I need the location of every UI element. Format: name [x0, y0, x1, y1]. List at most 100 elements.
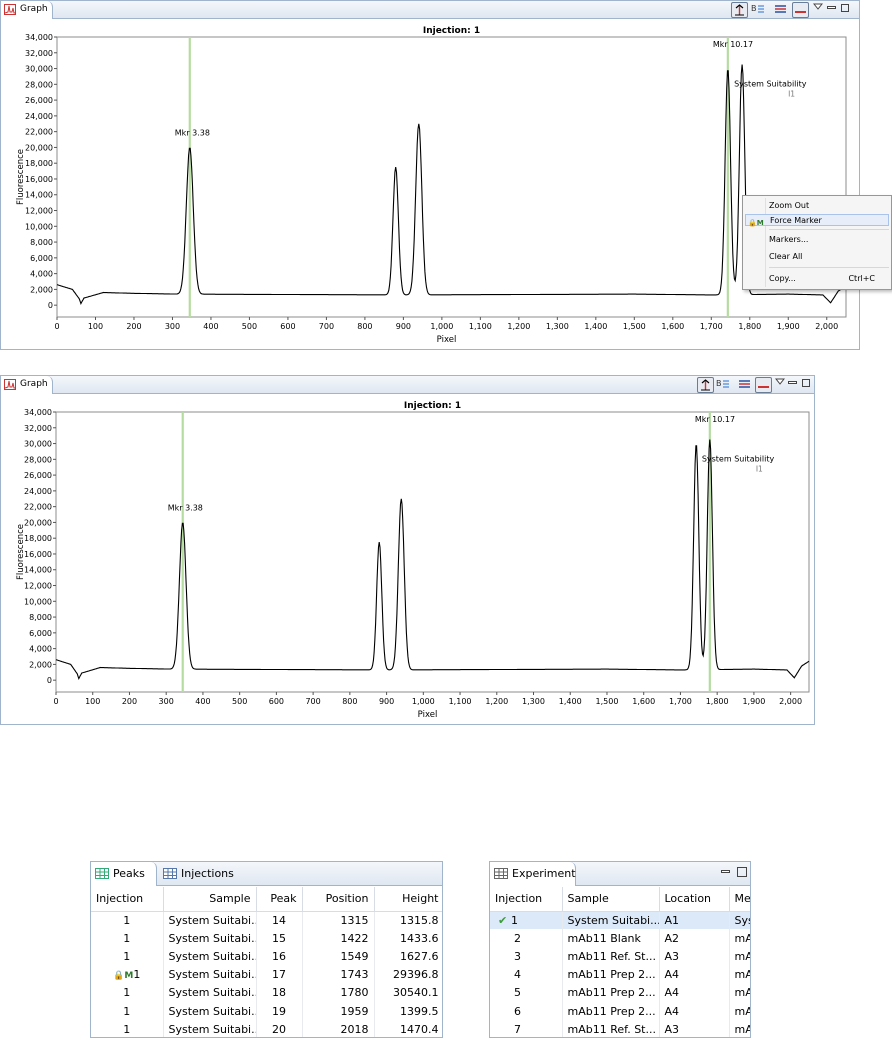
- cell-peak: 17: [256, 965, 303, 984]
- y-tick-label: 4,000: [29, 645, 52, 654]
- experiment-header-row: Injection Sample Location Me: [490, 887, 750, 912]
- cell-position: 1549: [302, 947, 375, 966]
- cell-peak: 15: [256, 929, 303, 948]
- x-tick-label: 1,200: [507, 322, 530, 331]
- x-tick-label: 200: [126, 322, 141, 331]
- cell-position: 2018: [302, 1020, 375, 1037]
- x-tick-label: 1,200: [485, 697, 508, 706]
- y-tick-label: 32,000: [24, 424, 52, 433]
- marker-badge: M: [124, 971, 134, 982]
- menu-item-clear-all[interactable]: Clear All: [745, 251, 889, 263]
- menu-item-markers[interactable]: Markers...: [745, 234, 889, 246]
- tab-experiment[interactable]: Experiment: [490, 862, 576, 886]
- column-header-injection[interactable]: Injection: [91, 887, 164, 912]
- table-grid-icon: [95, 868, 109, 879]
- column-header-sample[interactable]: Sample: [163, 887, 257, 912]
- x-tick-label: 900: [396, 322, 411, 331]
- menu-item-copy[interactable]: Copy... Ctrl+C: [745, 273, 889, 285]
- y-tick-label: 18,000: [24, 534, 52, 543]
- chart-title: Injection: 1: [404, 401, 461, 411]
- x-tick-label: 1,800: [706, 697, 729, 706]
- x-axis-label: Pixel: [437, 335, 457, 345]
- y-tick-label: 22,000: [24, 503, 52, 512]
- cell-injection: 7: [490, 1020, 563, 1037]
- x-tick-label: 2,000: [779, 697, 802, 706]
- y-tick-label: 0: [47, 676, 52, 685]
- y-tick-label: 24,000: [25, 112, 53, 121]
- x-tick-label: 1,600: [661, 322, 684, 331]
- x-tick-label: 500: [242, 322, 257, 331]
- table-row[interactable]: 2 mAb11 Blank A2 mA: [490, 929, 750, 948]
- table-row[interactable]: 4 mAb11 Prep 2... A4 mA: [490, 965, 750, 984]
- x-tick-label: 400: [203, 322, 218, 331]
- cell-position: 1422: [302, 929, 375, 948]
- x-tick-label: 100: [88, 322, 103, 331]
- cell-injection: 1: [91, 983, 164, 1002]
- y-tick-label: 4,000: [30, 270, 53, 279]
- menu-separator: [769, 267, 889, 268]
- cell-height: 1433.6: [374, 929, 442, 948]
- column-header-sample[interactable]: Sample: [562, 887, 660, 912]
- table-row[interactable]: 🔒M1 System Suitabi... 17 1743 29396.8: [91, 965, 442, 984]
- table-row[interactable]: ✔ 1System Suitabi...A1Sys: [490, 911, 750, 930]
- menu-separator: [769, 229, 889, 230]
- cell-sample: System Suitabi...: [562, 911, 660, 930]
- x-tick-label: 200: [122, 697, 137, 706]
- maximize-icon[interactable]: [737, 867, 747, 877]
- x-tick-label: 800: [342, 697, 357, 706]
- minimize-icon[interactable]: [721, 867, 730, 876]
- cell-sample: mAb11 Ref. St...: [562, 1020, 660, 1037]
- table-row[interactable]: 7 mAb11 Ref. St... A3 mA: [490, 1020, 750, 1037]
- y-tick-label: 26,000: [25, 96, 53, 105]
- peaks-view: Peaks Injections Injection Sample Peak P…: [90, 861, 443, 1038]
- table-row[interactable]: 1 System Suitabi... 16 1549 1627.6: [91, 947, 442, 966]
- cell-injection: 1: [91, 1020, 164, 1037]
- y-tick-label: 28,000: [24, 455, 52, 464]
- x-tick-label: 1,400: [559, 697, 582, 706]
- x-tick-label: 300: [165, 322, 180, 331]
- table-row[interactable]: 1 System Suitabi... 15 1422 1433.6: [91, 929, 442, 948]
- table-row[interactable]: 6 mAb11 Prep 2... A4 mA: [490, 1001, 750, 1021]
- chart-canvas[interactable]: Injection: 1 34,000 32,000 30,000 28,000 26,0…: [1, 1, 861, 351]
- cell-peak: 20: [256, 1020, 303, 1037]
- y-tick-label: 14,000: [25, 191, 53, 200]
- column-header-position[interactable]: Position: [302, 887, 375, 912]
- y-tick-label: 32,000: [25, 49, 53, 58]
- column-header-location[interactable]: Location: [659, 887, 730, 912]
- menu-item-zoom-out[interactable]: Zoom Out: [745, 200, 889, 212]
- table-row[interactable]: 1 System Suitabi... 18 1780 30540.1: [91, 983, 442, 1002]
- marker-label: Mkr 3.38: [175, 128, 210, 137]
- menu-item-force-marker[interactable]: 🔒M Force Marker: [745, 214, 889, 227]
- column-header-method[interactable]: Me: [729, 887, 750, 912]
- chart-canvas[interactable]: Injection: 1 34,000 32,000 30,000 28,000 26,0…: [1, 376, 816, 726]
- cell-injection: 1: [91, 1001, 164, 1021]
- column-header-height[interactable]: Height: [374, 887, 442, 912]
- column-header-injection[interactable]: Injection: [490, 887, 563, 912]
- cell-method: Sys: [729, 911, 750, 930]
- x-tick-label: 0: [53, 697, 58, 706]
- table-row[interactable]: 5 mAb11 Prep 2... A4 mA: [490, 983, 750, 1002]
- table-row[interactable]: 1 System Suitabi... 20 2018 1470.4: [91, 1020, 442, 1037]
- column-header-peak[interactable]: Peak: [256, 887, 303, 912]
- cell-peak: 19: [256, 1001, 303, 1021]
- tab-peaks[interactable]: Peaks: [91, 862, 157, 886]
- cell-height: 1470.4: [374, 1020, 442, 1037]
- cell-sample: System Suitabi...: [163, 1020, 257, 1037]
- x-tick-label: 1,300: [522, 697, 545, 706]
- y-tick-label: 8,000: [30, 238, 53, 247]
- tab-injections[interactable]: Injections: [159, 862, 239, 886]
- x-tick-label: 1,100: [449, 697, 472, 706]
- table-row[interactable]: 3 mAb11 Ref. St... A3 mA: [490, 947, 750, 966]
- cell-method: mA: [729, 947, 750, 966]
- marker-label: Mkr 10.17: [695, 415, 735, 424]
- x-tick-label: 1,600: [632, 697, 655, 706]
- cell-sample: System Suitabi...: [163, 929, 257, 948]
- chart-title: Injection: 1: [423, 26, 480, 36]
- cell-location: A3: [659, 947, 730, 966]
- table-row[interactable]: 1 System Suitabi... 19 1959 1399.5: [91, 1001, 442, 1021]
- cell-location: A2: [659, 929, 730, 948]
- x-tick-label: 300: [159, 697, 174, 706]
- y-axis-label: Fluorescence: [16, 149, 26, 205]
- y-tick-label: 30,000: [24, 440, 52, 449]
- table-row[interactable]: 1 System Suitabi... 14 1315 1315.8: [91, 911, 442, 930]
